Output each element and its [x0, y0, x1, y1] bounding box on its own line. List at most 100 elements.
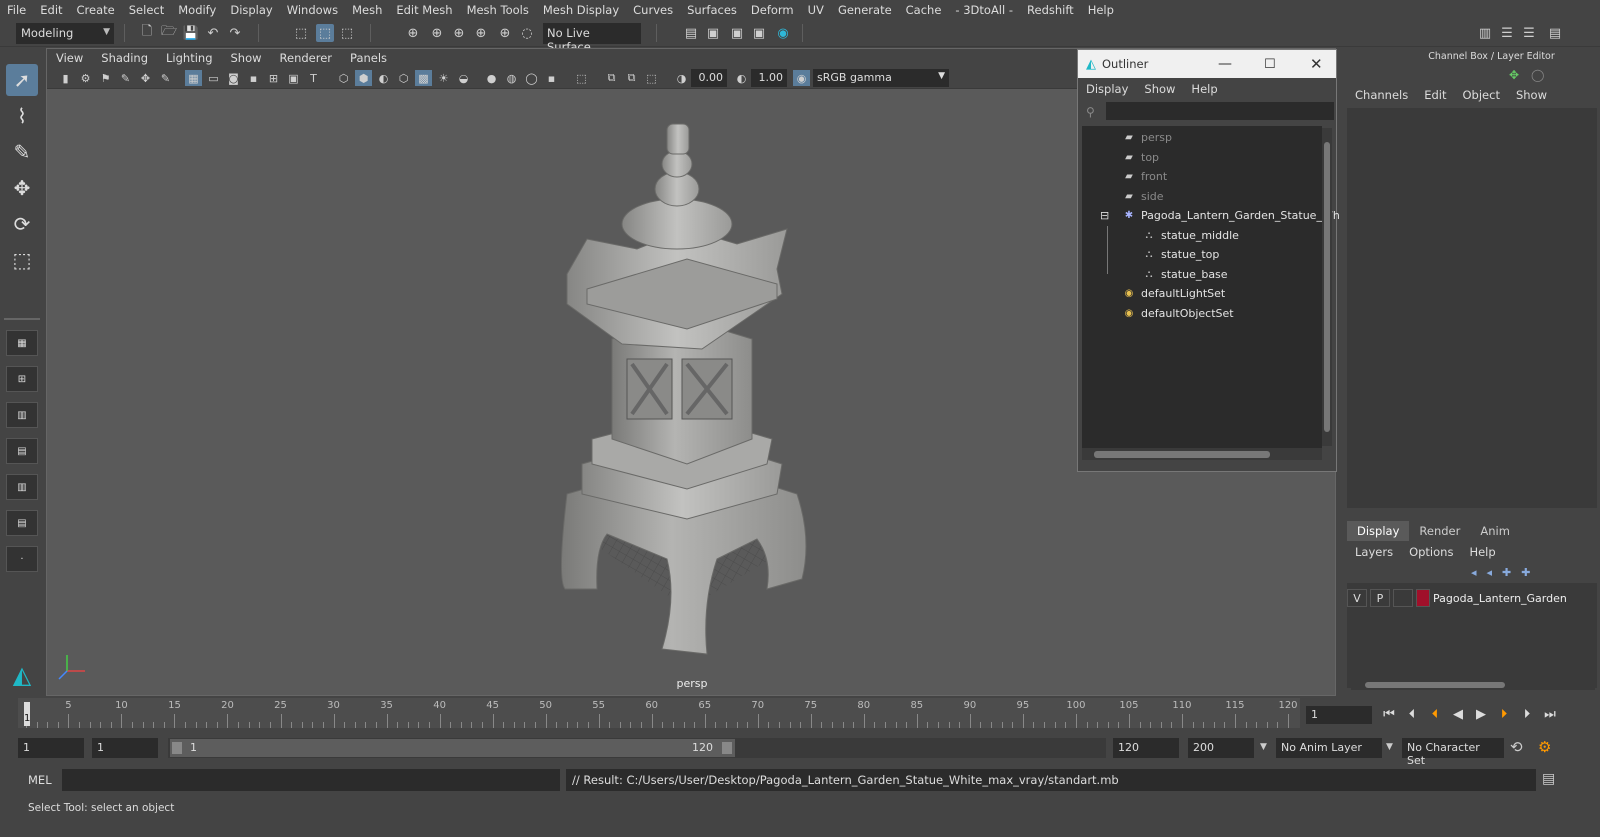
outliner-item[interactable]: ⛬ statue_base [1142, 265, 1228, 284]
render-frame-icon[interactable]: ▣ [704, 24, 722, 42]
scrollbar-thumb[interactable] [1094, 451, 1270, 458]
lasso-tool-icon[interactable]: ⌇ [6, 100, 38, 132]
layer-actions-icon[interactable]: ◂◂✚✚ [1471, 566, 1540, 579]
pagoda-lantern-model[interactable] [527, 119, 827, 669]
select-hierarchy-icon[interactable]: ⬚ [292, 24, 310, 42]
open-scene-icon[interactable]: 🗁 [160, 24, 178, 42]
menu-cache[interactable]: Cache [899, 3, 949, 17]
script-editor-icon[interactable]: ▤ [1542, 771, 1555, 787]
menu-edit[interactable]: Edit [33, 3, 69, 17]
viewport-menu-show[interactable]: Show [222, 51, 271, 65]
scrollbar-thumb[interactable] [1324, 142, 1330, 432]
color-space-dropdown[interactable]: sRGB gamma ▼ [813, 69, 949, 87]
minimize-icon[interactable]: — [1218, 56, 1232, 72]
outliner-search-input[interactable] [1106, 102, 1334, 120]
menu-mesh-display[interactable]: Mesh Display [536, 3, 626, 17]
outliner-item[interactable]: ▰ front [1122, 167, 1167, 186]
textured-icon[interactable]: ▩ [415, 70, 432, 86]
save-scene-icon[interactable]: 💾 [182, 24, 200, 42]
layer-menu-layers[interactable]: Layers [1347, 545, 1401, 559]
select-tool-icon[interactable]: ➚ [6, 64, 38, 96]
preferences-icon[interactable]: ⚙ [1538, 738, 1551, 756]
menu-modify[interactable]: Modify [171, 3, 223, 17]
snap-view-icon[interactable]: ⊕ [496, 24, 514, 42]
current-frame-field[interactable]: 1 [1306, 706, 1372, 724]
outliner-item[interactable]: ⛬ statue_middle [1142, 226, 1239, 245]
wireframe-icon[interactable]: ⬡ [335, 70, 352, 86]
xray-icon[interactable]: ⧉ [603, 70, 620, 86]
outliner-menu-show[interactable]: Show [1136, 82, 1183, 96]
channel-menu-show[interactable]: Show [1508, 88, 1555, 106]
xray-joints-icon[interactable]: ⧉ [623, 70, 640, 86]
snap-point-icon[interactable]: ⊕ [450, 24, 468, 42]
viewport-menu-panels[interactable]: Panels [341, 51, 396, 65]
channel-menu-edit[interactable]: Edit [1416, 88, 1454, 106]
auto-key-icon[interactable]: ⟲ [1510, 738, 1523, 756]
viewport-menu-lighting[interactable]: Lighting [157, 51, 221, 65]
layer-menu-help[interactable]: Help [1461, 545, 1503, 559]
play-backward-icon[interactable]: ◀ [1449, 705, 1467, 723]
attribute-editor-icon[interactable]: ☰ [1498, 24, 1516, 42]
color-management-icon[interactable]: ◉ [793, 70, 810, 86]
visibility-toggle[interactable]: V [1347, 589, 1367, 607]
prev-key-icon[interactable]: ⏴ [1426, 705, 1444, 723]
horizontal-scrollbar[interactable] [1082, 448, 1322, 460]
graph-layout-icon[interactable]: ▤ [6, 438, 38, 464]
menu-deform[interactable]: Deform [744, 3, 801, 17]
gamma-field[interactable]: 1.00 [751, 69, 787, 87]
safe-title-icon[interactable]: T [305, 70, 322, 86]
horizontal-scrollbar[interactable] [1351, 680, 1595, 690]
script-language-toggle[interactable]: MEL [28, 773, 52, 787]
range-end-grip[interactable] [722, 742, 732, 754]
play-forward-icon[interactable]: ▶ [1472, 705, 1490, 723]
layer-row[interactable]: V P Pagoda_Lantern_Garden [1347, 588, 1597, 608]
outliner-item[interactable]: ▰ top [1122, 148, 1159, 167]
resolution-gate-icon[interactable]: ◙ [225, 70, 242, 86]
wireframe-on-shaded-icon[interactable]: ⬡ [395, 70, 412, 86]
tool-settings-icon[interactable]: ☰ [1520, 24, 1538, 42]
xray-components-icon[interactable]: ⬚ [643, 70, 660, 86]
channel-menu-channels[interactable]: Channels [1347, 88, 1416, 106]
menu-surfaces[interactable]: Surfaces [680, 3, 744, 17]
grease-pencil-icon[interactable]: ✎ [157, 70, 174, 86]
safe-action-icon[interactable]: ▣ [285, 70, 302, 86]
menu-curves[interactable]: Curves [626, 3, 680, 17]
start-time-field[interactable]: 1 [18, 738, 84, 758]
maximize-icon[interactable]: ☐ [1264, 57, 1276, 72]
undo-icon[interactable]: ↶ [204, 24, 222, 42]
range-slider-handle[interactable]: 1 120 [170, 739, 735, 757]
command-input[interactable] [62, 769, 560, 791]
menu-mesh[interactable]: Mesh [345, 3, 389, 17]
menu-3dtoall[interactable]: - 3DtoAll - [948, 3, 1020, 17]
rotate-tool-icon[interactable]: ⟳ [6, 208, 38, 240]
anim-layer-dropdown[interactable]: No Anim Layer [1276, 738, 1382, 758]
ipr-render-icon[interactable]: ▣ [728, 24, 746, 42]
channel-box-icon[interactable]: ▤ [1546, 24, 1564, 42]
field-chart-icon[interactable]: ⊞ [265, 70, 282, 86]
render-view-icon[interactable]: ▣ [750, 24, 768, 42]
menu-uv[interactable]: UV [801, 3, 831, 17]
exposure-icon[interactable]: ◑ [673, 70, 690, 86]
layer-color-swatch[interactable] [1416, 589, 1430, 607]
depth-of-field-icon[interactable]: ▪ [543, 70, 560, 86]
gamma-icon[interactable]: ◐ [733, 70, 750, 86]
range-slider[interactable]: 1 120 [168, 738, 1106, 758]
next-key-icon[interactable]: ⏵ [1495, 705, 1513, 723]
outliner-item[interactable]: ⊟ ✱ Pagoda_Lantern_Garden_Statue_Wh [1100, 206, 1340, 225]
exposure-field[interactable]: 0.00 [691, 69, 727, 87]
grid-icon[interactable]: ▦ [185, 70, 202, 86]
four-view-layout-icon[interactable]: ⊞ [6, 366, 38, 392]
vertical-scrollbar[interactable] [1322, 128, 1332, 446]
uv-layout-icon[interactable]: ▤ [6, 510, 38, 536]
hypershade-layout-icon[interactable]: ▥ [6, 474, 38, 500]
range-start-grip[interactable] [172, 742, 182, 754]
two-d-pan-icon[interactable]: ✥ [137, 70, 154, 86]
channel-menu-object[interactable]: Object [1455, 88, 1508, 106]
outliner-menu-display[interactable]: Display [1078, 82, 1136, 96]
menu-help[interactable]: Help [1081, 3, 1121, 17]
image-plane-icon[interactable]: ✎ [117, 70, 134, 86]
new-scene-icon[interactable]: 🗋 [138, 24, 156, 42]
playback-toggle[interactable]: P [1370, 589, 1390, 607]
go-to-start-icon[interactable]: ⏮ [1380, 705, 1398, 723]
outliner-item[interactable]: ⛬ statue_top [1142, 245, 1220, 264]
